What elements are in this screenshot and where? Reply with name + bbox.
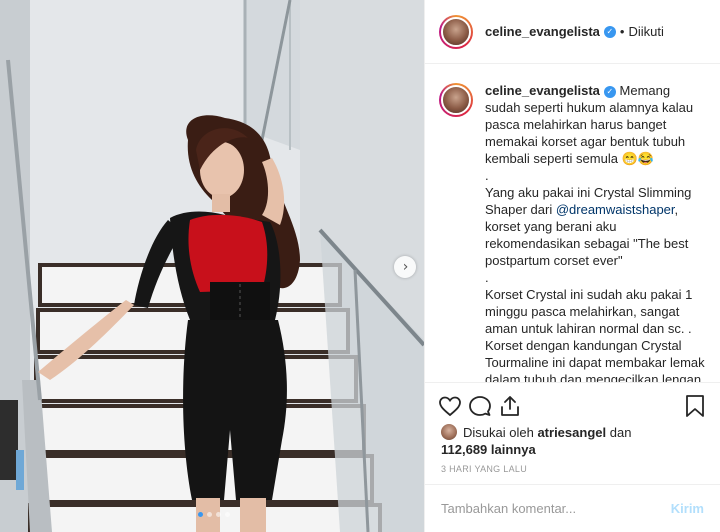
caption-line: Yang aku pakai ini Crystal Slimming Shap… [485,185,696,268]
photo-illustration [0,0,424,532]
verified-icon: ✓ [603,85,616,98]
caption: celine_evangelista ✓ Memang sudah seperti… [439,82,706,382]
post-side-panel: celine_evangelista ✓ • Diikuti celine_ev… [424,0,720,532]
post-photo[interactable]: › [0,0,424,532]
header-separator: • [619,24,625,39]
caption-body: celine_evangelista ✓ Memang sudah seperti… [485,82,706,382]
bookmark-icon [686,394,704,417]
likes-count[interactable]: 112,689 lainnya [441,442,536,457]
save-button[interactable] [680,391,710,421]
share-icon [501,395,519,416]
comment-form: Kirim [425,484,720,532]
post-comment-button[interactable]: Kirim [671,501,704,516]
caption-line: . [485,270,489,285]
post-timestamp[interactable]: 3 HARI YANG LALU [441,464,527,474]
liker-username[interactable]: atriesangel [537,425,606,440]
chevron-right-icon: › [402,259,409,275]
comments-list[interactable]: celine_evangelista ✓ Memang sudah seperti… [425,64,720,382]
comment-button[interactable] [465,391,495,421]
carousel-dot [216,512,221,517]
caption-line: . [485,168,489,183]
mention-link[interactable]: @dreamwaistshaper [556,202,675,217]
author-username[interactable]: celine_evangelista [485,24,600,39]
caption-username[interactable]: celine_evangelista [485,83,600,98]
caption-author-avatar[interactable] [439,83,473,117]
carousel-indicator [198,512,230,517]
comment-input[interactable] [441,501,671,516]
carousel-dot [207,512,212,517]
caption-line: celine_evangelista ✓ Memang sudah seperti… [485,83,697,166]
action-bar [425,382,720,428]
share-button[interactable] [495,391,525,421]
author-avatar[interactable] [439,14,473,49]
caption-line: Korset dengan kandungan Crystal Tourmali… [485,338,705,382]
follow-status-button[interactable]: Diikuti [628,24,663,39]
like-button[interactable] [435,391,465,421]
carousel-dot [225,512,230,517]
comment-icon [469,395,491,416]
post-header: celine_evangelista ✓ • Diikuti [425,0,720,64]
heart-icon [439,396,461,416]
verified-icon: ✓ [603,25,616,38]
liker-avatar[interactable] [441,424,457,440]
likes-summary: Disukai oleh atriesangel dan 112,689 lai… [441,424,632,457]
caption-line: Korset Crystal ini sudah aku pakai 1 min… [485,287,697,336]
carousel-dot [198,512,203,517]
carousel-next-button[interactable]: › [394,256,416,278]
